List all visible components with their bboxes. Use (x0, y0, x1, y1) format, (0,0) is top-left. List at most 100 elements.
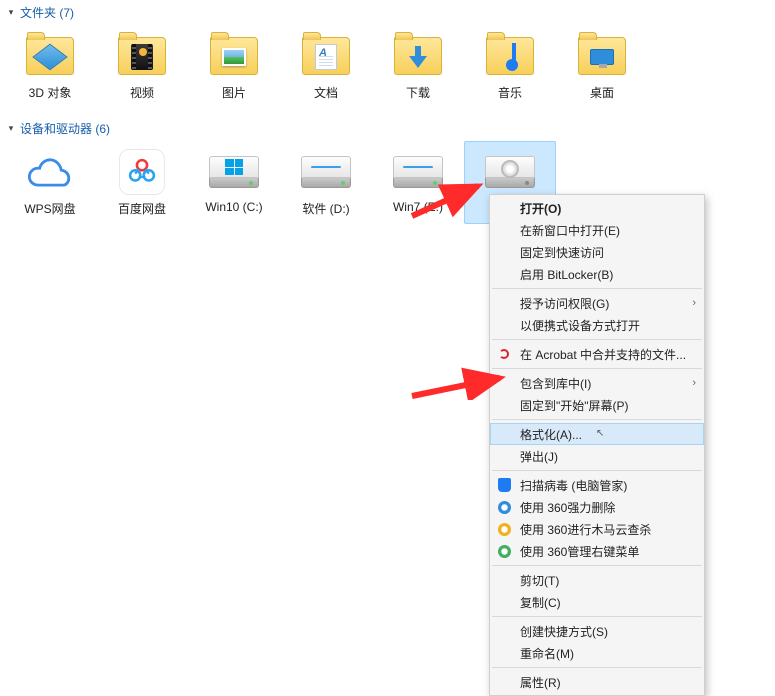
folder-icon (390, 32, 446, 80)
menu-label: 弹出(J) (520, 448, 558, 465)
menu-label: 授予访问权限(G) (520, 295, 609, 312)
360-blue-icon (496, 499, 512, 515)
cursor-icon: ↖ (596, 428, 604, 439)
menu-cut[interactable]: 剪切(T) (490, 569, 704, 591)
drive-icon (206, 148, 262, 196)
menu-separator (492, 667, 702, 668)
folder-label: 桌面 (590, 84, 614, 101)
folder-label: 视频 (130, 84, 154, 101)
menu-separator (492, 288, 702, 289)
menu-pin-quick-access[interactable]: 固定到快速访问 (490, 241, 704, 263)
drive-label: Win7 (E:) (393, 200, 443, 214)
menu-label: 使用 360管理右键菜单 (520, 543, 639, 560)
menu-label: 属性(R) (520, 674, 561, 691)
menu-label: 以便携式设备方式打开 (520, 317, 640, 334)
menu-separator (492, 419, 702, 420)
menu-360-trojan[interactable]: 使用 360进行木马云查杀 (490, 518, 704, 540)
folder-icon: A (298, 32, 354, 80)
folder-3d-objects[interactable]: 3D 对象 (4, 25, 96, 108)
drive-label: 百度网盘 (118, 200, 166, 217)
menu-label: 固定到快速访问 (520, 244, 604, 261)
menu-properties[interactable]: 属性(R) (490, 671, 704, 693)
drive-baidu[interactable]: 百度网盘 (96, 141, 188, 224)
menu-label: 使用 360强力删除 (520, 499, 615, 516)
folder-label: 图片 (222, 84, 246, 101)
folder-pictures[interactable]: 图片 (188, 25, 280, 108)
optical-drive-icon (482, 148, 538, 196)
chevron-down-icon: ▾ (6, 8, 16, 18)
menu-eject[interactable]: 弹出(J) (490, 445, 704, 467)
folders-title: 文件夹 (7) (20, 4, 74, 21)
submenu-arrow-icon: › (692, 297, 696, 309)
menu-rename[interactable]: 重命名(M) (490, 642, 704, 664)
drive-label: WPS网盘 (24, 200, 75, 217)
menu-separator (492, 565, 702, 566)
menu-label: 包含到库中(I) (520, 375, 591, 392)
menu-portable-device[interactable]: 以便携式设备方式打开 (490, 314, 704, 336)
baidu-netdisk-icon (114, 148, 170, 196)
menu-acrobat-combine[interactable]: 在 Acrobat 中合并支持的文件... (490, 343, 704, 365)
menu-grant-access[interactable]: 授予访问权限(G) › (490, 292, 704, 314)
folder-documents[interactable]: A 文档 (280, 25, 372, 108)
menu-pin-start[interactable]: 固定到"开始"屏幕(P) (490, 394, 704, 416)
menu-label: 在新窗口中打开(E) (520, 222, 620, 239)
submenu-arrow-icon: › (692, 377, 696, 389)
chevron-down-icon: ▾ (6, 124, 16, 134)
menu-label: 在 Acrobat 中合并支持的文件... (520, 346, 686, 363)
folder-downloads[interactable]: 下载 (372, 25, 464, 108)
folders-section-header[interactable]: ▾ 文件夹 (7) (0, 0, 775, 23)
folder-icon (114, 32, 170, 80)
menu-separator (492, 339, 702, 340)
acrobat-icon (496, 346, 512, 362)
menu-label: 创建快捷方式(S) (520, 623, 608, 640)
folder-icon (206, 32, 262, 80)
folder-label: 3D 对象 (29, 84, 72, 101)
menu-scan-virus[interactable]: 扫描病毒 (电脑管家) (490, 474, 704, 496)
context-menu: 打开(O) 在新窗口中打开(E) 固定到快速访问 启用 BitLocker(B)… (489, 194, 705, 696)
drive-icon (298, 148, 354, 196)
drive-label: 软件 (D:) (302, 200, 349, 217)
folders-grid: 3D 对象 视频 图片 A 文档 下载 音乐 桌面 (0, 23, 775, 116)
menu-open[interactable]: 打开(O) (490, 197, 704, 219)
shield-icon (496, 477, 512, 493)
menu-include-library[interactable]: 包含到库中(I) › (490, 372, 704, 394)
menu-label: 使用 360进行木马云查杀 (520, 521, 651, 538)
menu-create-shortcut[interactable]: 创建快捷方式(S) (490, 620, 704, 642)
360-green-icon (496, 543, 512, 559)
menu-label: 重命名(M) (520, 645, 574, 662)
menu-360-delete[interactable]: 使用 360强力删除 (490, 496, 704, 518)
menu-label: 扫描病毒 (电脑管家) (520, 477, 627, 494)
drive-label: Win10 (C:) (205, 200, 262, 214)
menu-copy[interactable]: 复制(C) (490, 591, 704, 613)
folder-label: 下载 (406, 84, 430, 101)
menu-separator (492, 470, 702, 471)
cloud-icon (22, 148, 78, 196)
menu-open-label: 打开(O) (520, 200, 561, 217)
drive-d[interactable]: 软件 (D:) (280, 141, 372, 224)
menu-label: 启用 BitLocker(B) (520, 266, 613, 283)
folder-icon (574, 32, 630, 80)
drive-wps[interactable]: WPS网盘 (4, 141, 96, 224)
menu-label: 固定到"开始"屏幕(P) (520, 397, 629, 414)
menu-label: 格式化(A)... (520, 426, 582, 443)
folder-music[interactable]: 音乐 (464, 25, 556, 108)
drive-c[interactable]: Win10 (C:) (188, 141, 280, 224)
menu-format[interactable]: 格式化(A)... ↖ (490, 423, 704, 445)
devices-section-header[interactable]: ▾ 设备和驱动器 (6) (0, 116, 775, 139)
drive-e[interactable]: Win7 (E:) (372, 141, 464, 224)
devices-title: 设备和驱动器 (6) (20, 120, 110, 137)
folder-icon (482, 32, 538, 80)
menu-bitlocker[interactable]: 启用 BitLocker(B) (490, 263, 704, 285)
folder-label: 音乐 (498, 84, 522, 101)
folder-label: 文档 (314, 84, 338, 101)
menu-new-window[interactable]: 在新窗口中打开(E) (490, 219, 704, 241)
folder-icon (22, 32, 78, 80)
drive-icon (390, 148, 446, 196)
menu-separator (492, 616, 702, 617)
folder-videos[interactable]: 视频 (96, 25, 188, 108)
menu-separator (492, 368, 702, 369)
menu-label: 复制(C) (520, 594, 561, 611)
folder-desktop[interactable]: 桌面 (556, 25, 648, 108)
menu-360-rightmenu[interactable]: 使用 360管理右键菜单 (490, 540, 704, 562)
360-yellow-icon (496, 521, 512, 537)
